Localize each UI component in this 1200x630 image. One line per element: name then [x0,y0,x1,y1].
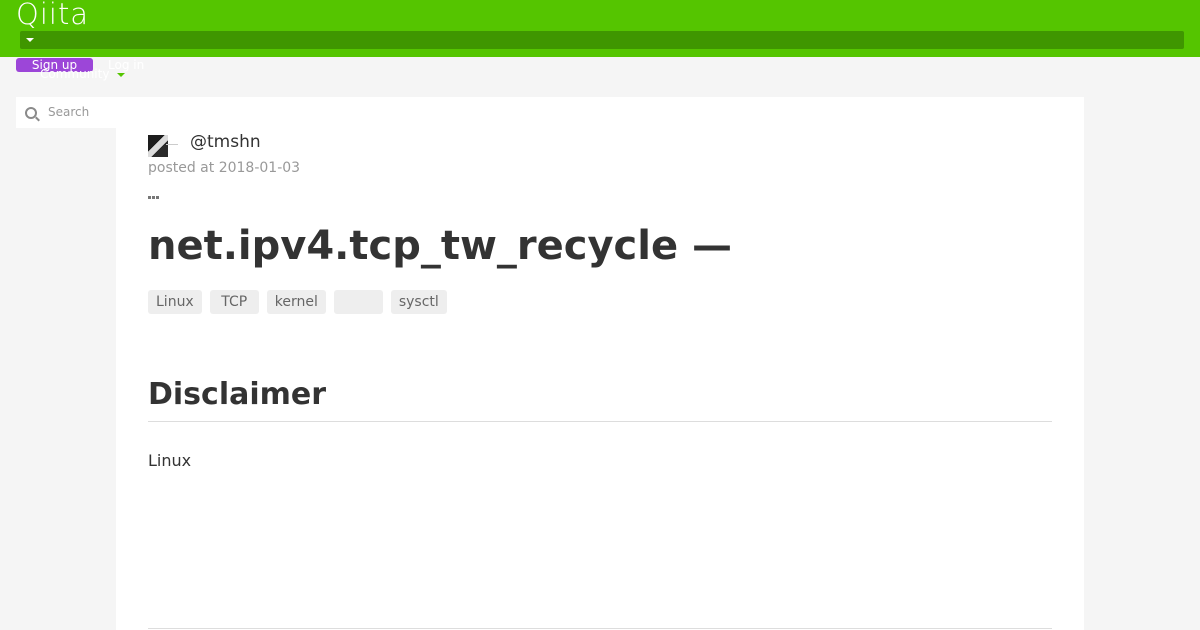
section-divider-bottom [148,628,1052,629]
header-toolbar[interactable] [20,31,1184,49]
avatar[interactable] [148,135,168,157]
article-title: net.ipv4.tcp_tw_recycle — [148,223,733,269]
community-chevron-down-icon[interactable] [117,73,125,77]
search-input[interactable]: Search [16,97,116,128]
author-username[interactable]: @tmshn [190,132,261,152]
tag-tcp[interactable]: TCP [209,290,259,314]
search-icon [25,107,37,119]
qiita-logo[interactable]: Qiita [16,0,89,31]
tag-sysctl[interactable]: sysctl [390,290,447,314]
tag-kernel[interactable]: kernel [266,290,326,314]
chevron-down-icon[interactable] [26,38,34,42]
posted-date: posted at 2018-01-03 [148,160,301,176]
top-header: Qiita [0,0,1200,57]
tag-linux[interactable]: Linux [148,290,202,314]
search-placeholder: Search [48,105,90,119]
section-heading-disclaimer: Disclaimer [148,377,327,412]
tag-list: Linux TCP kernel sysctl [148,290,447,314]
article-container: @tmshn posted at 2018-01-03 net.ipv4.tcp… [116,97,1084,630]
more-options-icon[interactable] [148,184,162,199]
section-divider [148,421,1052,422]
login-link[interactable]: Log in [108,58,144,72]
avatar-divider [166,144,178,145]
community-menu[interactable]: Community [40,67,109,81]
article-body-text: Linux [148,451,192,470]
tag-4[interactable] [333,290,383,314]
